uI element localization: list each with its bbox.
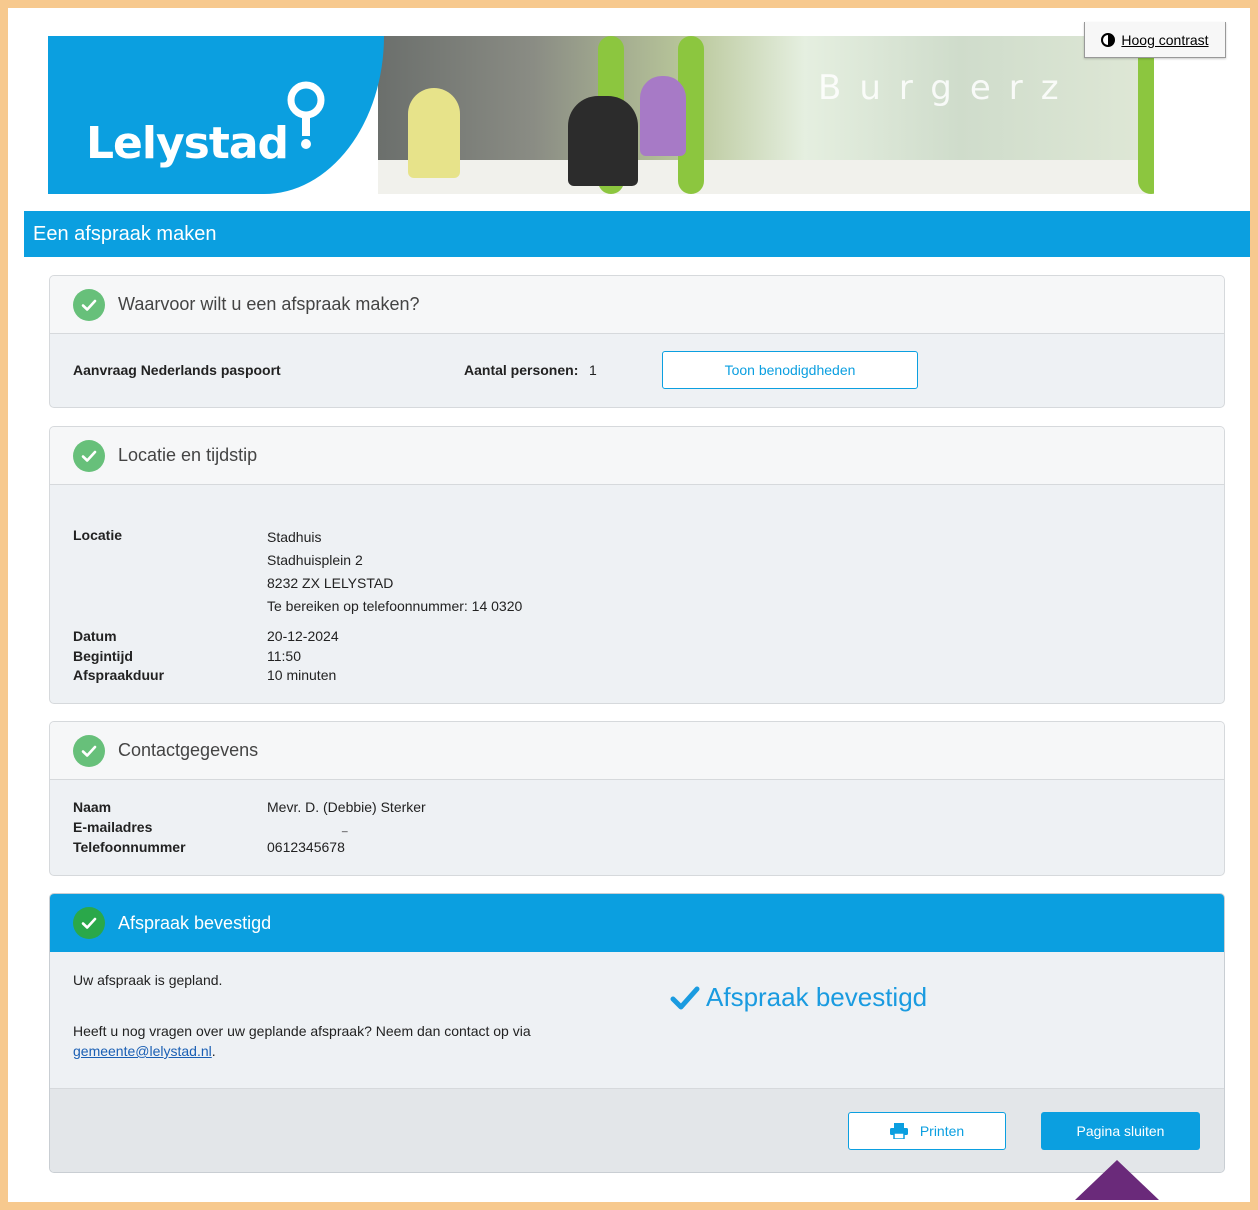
check-icon <box>73 288 105 321</box>
location-section-header: Locatie en tijdstip <box>50 427 1224 485</box>
planned-text: Uw afspraak is gepland. <box>73 972 223 988</box>
start-time-value: 11:50 <box>267 648 301 664</box>
contact-email-period: . <box>211 1043 216 1059</box>
location-line: 8232 ZX LELYSTAD <box>267 575 394 591</box>
check-icon <box>73 439 105 472</box>
location-section-title: Locatie en tijdstip <box>118 445 258 465</box>
print-button[interactable]: Printen <box>848 1112 1006 1150</box>
corner-triangle-decoration <box>1075 1160 1159 1200</box>
duration-value: 10 minuten <box>267 667 337 683</box>
print-label: Printen <box>919 1123 965 1139</box>
printer-icon <box>889 1123 908 1139</box>
name-label: Naam <box>73 799 112 815</box>
contact-email-link[interactable]: gemeente@lelystad.nl <box>73 1043 212 1059</box>
location-label: Locatie <box>73 527 123 543</box>
page-title: Een afspraak maken <box>33 222 217 245</box>
contact-section: Contactgegevens Naam Mevr. D. (Debbie) S… <box>49 721 1225 876</box>
lelystad-logo[interactable]: Lelystad <box>48 36 403 194</box>
show-requirements-button[interactable]: Toon benodigdheden <box>662 351 918 389</box>
confirmation-footer: Printen Pagina sluiten <box>50 1089 1224 1172</box>
location-section: Locatie en tijdstip Locatie Stadhuis Sta… <box>49 426 1225 704</box>
confirmation-section: Afspraak bevestigd Uw afspraak is geplan… <box>49 893 1225 1173</box>
contact-section-title: Contactgegevens <box>118 740 259 760</box>
logo-text: Lelystad <box>86 118 289 169</box>
logo-symbol-icon <box>287 81 325 149</box>
page: Burgerz Lelystad Hoog contrast Een afspr… <box>8 8 1250 1202</box>
service-section: Waarvoor wilt u een afspraak maken? Aanv… <box>49 275 1225 408</box>
duration-label: Afspraakduur <box>73 667 165 683</box>
service-section-title: Waarvoor wilt u een afspraak maken? <box>118 294 420 314</box>
high-contrast-label: Hoog contrast <box>1121 31 1209 48</box>
location-line: Stadhuis <box>267 529 322 545</box>
contact-email-line: gemeente@lelystad.nl. <box>73 1043 216 1059</box>
persons-value: 1 <box>589 362 597 378</box>
contact-section-header: Contactgegevens <box>50 722 1224 780</box>
date-label: Datum <box>73 628 117 644</box>
check-icon <box>73 907 105 939</box>
confirmed-status: Afspraak bevestigd <box>670 982 927 1013</box>
confirmation-section-title: Afspraak bevestigd <box>118 912 272 933</box>
location-line: Te bereiken op telefoonnummer: 14 0320 <box>267 598 523 614</box>
photo-sign-text: Burgerz <box>818 68 1077 108</box>
service-name: Aanvraag Nederlands paspoort <box>73 362 281 378</box>
persons-label: Aantal personen: <box>464 362 579 378</box>
date-value: 20-12-2024 <box>267 628 339 644</box>
email-value: _ <box>342 822 348 833</box>
start-time-label: Begintijd <box>73 648 133 664</box>
name-value: Mevr. D. (Debbie) Sterker <box>267 799 426 815</box>
confirmation-section-header: Afspraak bevestigd <box>50 894 1224 952</box>
service-section-header: Waarvoor wilt u een afspraak maken? <box>50 276 1224 334</box>
confirmed-status-text: Afspraak bevestigd <box>706 982 928 1012</box>
checkmark-icon <box>670 986 700 1009</box>
close-page-button[interactable]: Pagina sluiten <box>1041 1112 1200 1150</box>
page-title-bar: Een afspraak maken <box>24 211 1250 257</box>
question-text: Heeft u nog vragen over uw geplande afsp… <box>73 1023 531 1039</box>
phone-value: 0612345678 <box>267 839 345 855</box>
header-photo: Burgerz <box>378 36 1154 194</box>
check-icon <box>73 734 105 767</box>
high-contrast-button[interactable]: Hoog contrast <box>1084 22 1226 58</box>
email-label: E-mailadres <box>73 819 153 835</box>
header-banner: Burgerz Lelystad <box>48 36 1154 194</box>
phone-label: Telefoonnummer <box>73 839 186 855</box>
contrast-icon <box>1101 32 1116 47</box>
location-line: Stadhuisplein 2 <box>267 552 363 568</box>
